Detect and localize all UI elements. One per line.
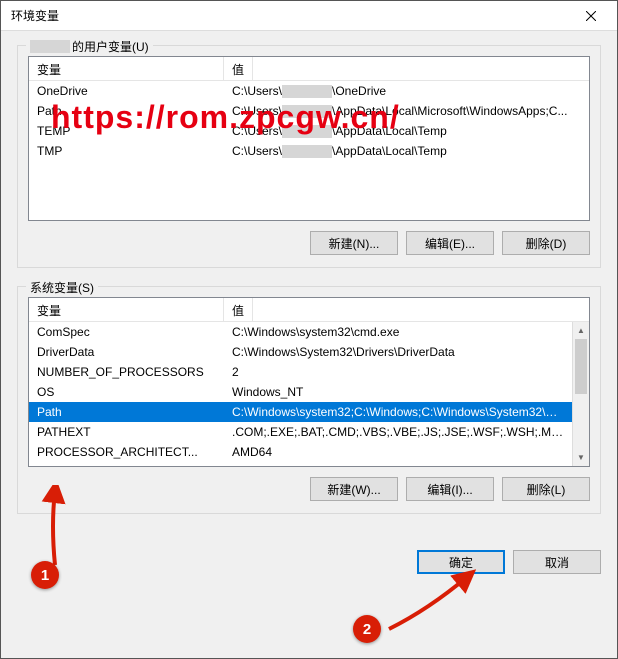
table-row[interactable]: TEMPC:\Users\\AppData\Local\Temp xyxy=(29,121,589,141)
var-value-cell: C:\Users\\OneDrive xyxy=(224,82,589,100)
table-row[interactable]: PathC:\Windows\system32;C:\Windows;C:\Wi… xyxy=(29,402,572,422)
var-name-cell: TMP xyxy=(29,142,224,160)
var-value-cell: C:\Users\\AppData\Local\Temp xyxy=(224,122,589,140)
var-name-cell: ComSpec xyxy=(29,323,224,341)
var-name-cell: Path xyxy=(29,403,224,421)
var-name-cell: TEMP xyxy=(29,122,224,140)
col-value[interactable]: 值 xyxy=(224,298,253,321)
var-value-cell: C:\Windows\system32\cmd.exe xyxy=(224,323,572,341)
table-row[interactable]: OSWindows_NT xyxy=(29,382,572,402)
obscured-text xyxy=(282,145,332,158)
sys-vars-group: 系统变量(S) 变量 值 ComSpecC:\Windows\system32\… xyxy=(17,286,601,514)
var-name-cell: NUMBER_OF_PROCESSORS xyxy=(29,363,224,381)
table-row[interactable]: NUMBER_OF_PROCESSORS2 xyxy=(29,362,572,382)
close-button[interactable] xyxy=(569,2,613,30)
var-name-cell: OS xyxy=(29,383,224,401)
delete-sys-var-button[interactable]: 删除(L) xyxy=(502,477,590,501)
scroll-up-icon[interactable]: ▲ xyxy=(573,322,589,339)
annotation-arrow-2 xyxy=(379,569,479,642)
var-value-cell: C:\Windows\system32;C:\Windows;C:\Window… xyxy=(224,403,572,421)
table-row[interactable]: PATHEXT.COM;.EXE;.BAT;.CMD;.VBS;.VBE;.JS… xyxy=(29,422,572,442)
var-value-cell: 2 xyxy=(224,363,572,381)
obscured-text xyxy=(282,85,332,98)
table-row[interactable]: PROCESSOR_ARCHITECT...AMD64 xyxy=(29,442,572,462)
user-vars-label: 的用户变量(U) xyxy=(26,38,153,55)
var-value-cell: C:\Windows\System32\Drivers\DriverData xyxy=(224,343,572,361)
window-title: 环境变量 xyxy=(11,7,59,24)
var-value-cell: C:\Users\\AppData\Local\Temp xyxy=(224,142,589,160)
user-list-body: OneDriveC:\Users\\OneDrivePathC:\Users\\… xyxy=(29,81,589,220)
sys-list-body: ComSpecC:\Windows\system32\cmd.exeDriver… xyxy=(29,322,589,466)
list-header: 变量 值 xyxy=(29,57,589,81)
var-value-cell: AMD64 xyxy=(224,443,572,461)
var-name-cell: PROCESSOR_ARCHITECT... xyxy=(29,443,224,461)
dialog-buttons: 确定 取消 xyxy=(1,550,617,574)
env-vars-dialog: 环境变量 的用户变量(U) 变量 值 OneDriveC:\Users\\One… xyxy=(0,0,618,659)
user-vars-group: 的用户变量(U) 变量 值 OneDriveC:\Users\\OneDrive… xyxy=(17,45,601,268)
new-sys-var-button[interactable]: 新建(W)... xyxy=(310,477,398,501)
var-name-cell: DriverData xyxy=(29,343,224,361)
table-row[interactable]: OneDriveC:\Users\\OneDrive xyxy=(29,81,589,101)
sys-vars-label: 系统变量(S) xyxy=(26,279,98,296)
col-value[interactable]: 值 xyxy=(224,57,253,80)
col-variable[interactable]: 变量 xyxy=(29,57,224,80)
table-row[interactable]: ComSpecC:\Windows\system32\cmd.exe xyxy=(29,322,572,342)
obscured-text xyxy=(282,125,332,138)
cancel-button[interactable]: 取消 xyxy=(513,550,601,574)
edit-sys-var-button[interactable]: 编辑(I)... xyxy=(406,477,494,501)
var-name-cell: Path xyxy=(29,102,224,120)
scrollbar[interactable]: ▲ ▼ xyxy=(572,322,589,466)
obscured-text xyxy=(282,105,332,118)
dialog-content: 的用户变量(U) 变量 值 OneDriveC:\Users\\OneDrive… xyxy=(1,31,617,542)
scroll-thumb[interactable] xyxy=(575,339,587,394)
var-value-cell: Windows_NT xyxy=(224,383,572,401)
annotation-marker-2: 2 xyxy=(353,615,381,643)
scroll-down-icon[interactable]: ▼ xyxy=(573,449,589,466)
var-name-cell: OneDrive xyxy=(29,82,224,100)
var-value-cell: C:\Users\\AppData\Local\Microsoft\Window… xyxy=(224,102,589,120)
close-icon xyxy=(586,11,596,21)
titlebar: 环境变量 xyxy=(1,1,617,31)
delete-user-var-button[interactable]: 删除(D) xyxy=(502,231,590,255)
sys-buttons: 新建(W)... 编辑(I)... 删除(L) xyxy=(28,477,590,501)
var-value-cell: .COM;.EXE;.BAT;.CMD;.VBS;.VBE;.JS;.JSE;.… xyxy=(224,423,572,441)
var-name-cell: PATHEXT xyxy=(29,423,224,441)
table-row[interactable]: PathC:\Users\\AppData\Local\Microsoft\Wi… xyxy=(29,101,589,121)
col-variable[interactable]: 变量 xyxy=(29,298,224,321)
new-user-var-button[interactable]: 新建(N)... xyxy=(310,231,398,255)
obscured-username xyxy=(30,40,70,53)
user-buttons: 新建(N)... 编辑(E)... 删除(D) xyxy=(28,231,590,255)
table-row[interactable]: TMPC:\Users\\AppData\Local\Temp xyxy=(29,141,589,161)
ok-button[interactable]: 确定 xyxy=(417,550,505,574)
user-vars-list[interactable]: 变量 值 OneDriveC:\Users\\OneDrivePathC:\Us… xyxy=(28,56,590,221)
edit-user-var-button[interactable]: 编辑(E)... xyxy=(406,231,494,255)
table-row[interactable]: DriverDataC:\Windows\System32\Drivers\Dr… xyxy=(29,342,572,362)
list-header: 变量 值 xyxy=(29,298,589,322)
sys-vars-list[interactable]: 变量 值 ComSpecC:\Windows\system32\cmd.exeD… xyxy=(28,297,590,467)
